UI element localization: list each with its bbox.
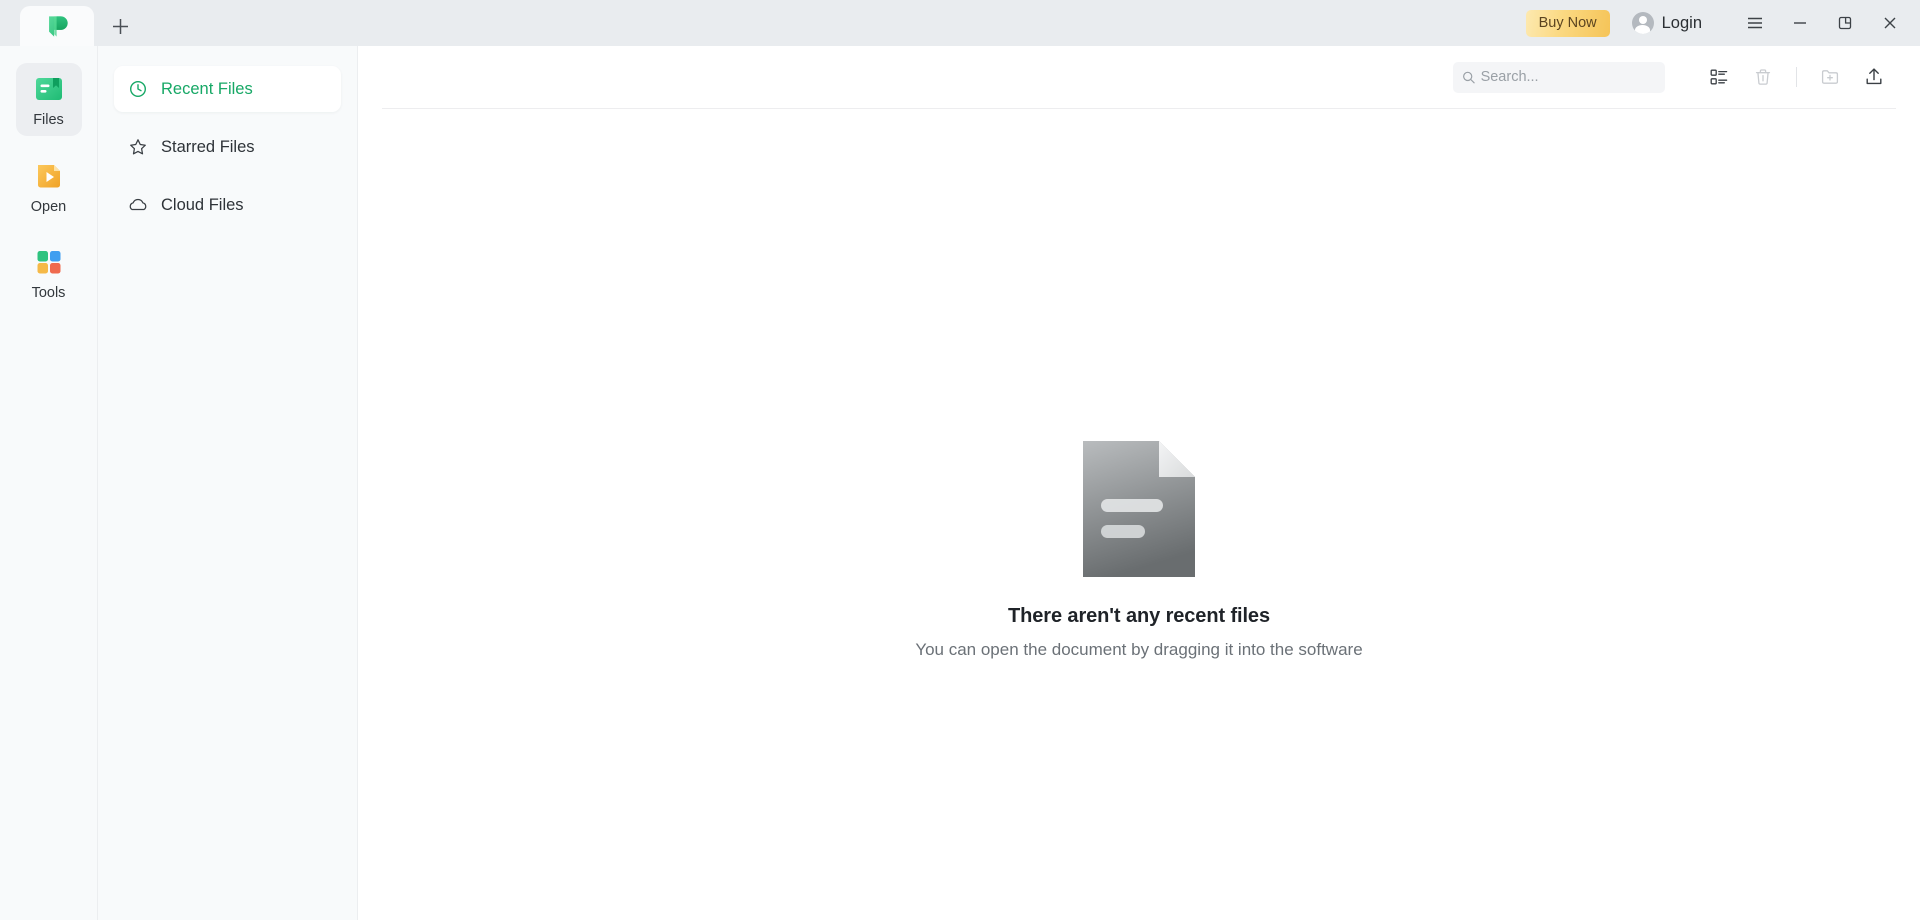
rail-item-label: Open [30, 198, 67, 215]
search-box[interactable] [1453, 61, 1665, 93]
open-icon [37, 164, 60, 187]
search-input[interactable] [1480, 69, 1656, 85]
document-placeholder-icon [1083, 441, 1195, 577]
restore-button[interactable] [1822, 0, 1867, 46]
files-icon [35, 78, 62, 100]
app-body: Files Open Tools Recent Files Starred Fi… [0, 46, 1920, 920]
rail-item-label: Files [33, 112, 64, 128]
nav-item-label: Recent Files [161, 79, 253, 98]
restore-window-icon [1838, 16, 1851, 30]
search-icon [1463, 71, 1475, 83]
upload-button[interactable] [1852, 57, 1896, 97]
rail-item-open[interactable]: Open [16, 150, 82, 223]
nav-item-cloud-files[interactable]: Cloud Files [114, 182, 341, 228]
upload-icon [1866, 68, 1882, 85]
list-view-button[interactable] [1697, 57, 1741, 97]
rail-item-files[interactable]: Files [15, 63, 82, 136]
hamburger-menu-icon [1747, 17, 1762, 29]
minimize-icon [1793, 22, 1806, 24]
delete-button[interactable] [1741, 57, 1785, 97]
user-avatar-icon [1631, 12, 1654, 34]
new-folder-button[interactable] [1808, 57, 1852, 97]
tab-strip [0, 0, 146, 46]
close-icon [1884, 17, 1895, 29]
clock-icon [129, 80, 147, 98]
nav-panel: Recent Files Starred Files Cloud Files [98, 46, 358, 920]
trash-icon [1755, 69, 1771, 85]
nav-item-starred-files[interactable]: Starred Files [114, 124, 341, 170]
empty-state-subtitle: You can open the document by dragging it… [915, 640, 1363, 659]
new-folder-icon [1821, 70, 1839, 84]
tools-icon [37, 251, 60, 274]
login-label: Login [1661, 13, 1702, 32]
toolbar-divider [1796, 67, 1797, 87]
title-bar: Buy Now Login [0, 0, 1920, 46]
empty-state-title: There aren't any recent files [1008, 605, 1270, 627]
rail-item-tools[interactable]: Tools [16, 236, 82, 309]
icon-rail: Files Open Tools [0, 46, 98, 920]
close-button[interactable] [1867, 0, 1912, 46]
star-icon [130, 139, 146, 155]
new-tab-button[interactable] [94, 6, 146, 46]
plus-icon [112, 18, 128, 34]
titlebar-actions: Buy Now Login [1525, 0, 1920, 46]
nav-item-label: Cloud Files [161, 195, 244, 214]
nav-item-label: Starred Files [161, 137, 255, 156]
minimize-button[interactable] [1777, 0, 1822, 46]
tab-home[interactable] [20, 6, 94, 46]
list-view-icon [1710, 69, 1728, 85]
empty-state: There aren't any recent files You can op… [358, 109, 1920, 920]
app-logo-icon [48, 15, 68, 37]
nav-item-recent-files[interactable]: Recent Files [114, 66, 341, 112]
hamburger-menu-button[interactable] [1732, 0, 1777, 46]
content-toolbar [358, 46, 1920, 108]
content-area: There aren't any recent files You can op… [358, 46, 1920, 920]
rail-item-label: Tools [31, 285, 66, 301]
app-window: Buy Now Login Files Open Tools Recent Fi… [0, 0, 1920, 920]
buy-now-button[interactable]: Buy Now [1525, 9, 1610, 37]
login-button[interactable]: Login [1631, 12, 1702, 34]
cloud-icon [129, 198, 147, 211]
